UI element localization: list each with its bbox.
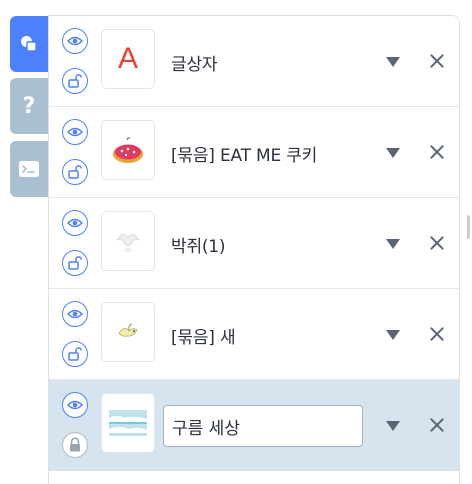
delete-icon[interactable] xyxy=(427,142,447,162)
object-row[interactable]: 박쥐(1) xyxy=(49,198,459,289)
object-row[interactable]: [묶음] 새 xyxy=(49,289,459,380)
tab-objects[interactable] xyxy=(10,16,48,72)
lock-toggle[interactable] xyxy=(62,250,88,276)
eye-icon xyxy=(67,218,83,228)
object-thumbnail xyxy=(101,120,155,180)
object-thumbnail xyxy=(101,211,155,271)
visibility-toggle[interactable] xyxy=(62,28,88,54)
object-thumbnail xyxy=(101,302,155,362)
visibility-toggle[interactable] xyxy=(62,392,88,418)
eye-icon xyxy=(67,36,83,46)
dropdown-arrow-icon[interactable] xyxy=(386,421,400,431)
help-icon: ? xyxy=(22,93,36,119)
delete-icon[interactable] xyxy=(427,51,447,71)
eye-icon xyxy=(67,309,83,319)
object-name[interactable]: 박쥐(1) xyxy=(171,232,226,257)
unlock-icon xyxy=(68,74,82,88)
dropdown-arrow-icon[interactable] xyxy=(386,57,400,67)
object-name-input[interactable] xyxy=(163,405,363,447)
delete-icon[interactable] xyxy=(427,233,447,253)
bat-icon xyxy=(116,234,140,252)
eye-icon xyxy=(67,400,83,410)
lock-toggle[interactable] xyxy=(62,159,88,185)
object-row[interactable]: A 글상자 xyxy=(49,16,459,107)
delete-icon[interactable] xyxy=(427,415,447,435)
delete-icon[interactable] xyxy=(427,324,447,344)
console-icon xyxy=(19,161,39,177)
tab-console[interactable] xyxy=(10,141,48,197)
eye-icon xyxy=(67,127,83,137)
object-row-selected[interactable] xyxy=(49,380,459,471)
dropdown-arrow-icon[interactable] xyxy=(386,148,400,158)
visibility-toggle[interactable] xyxy=(62,210,88,236)
bird-icon xyxy=(118,323,138,337)
unlock-icon xyxy=(68,165,82,179)
object-row[interactable]: [묶음] EAT ME 쿠키 xyxy=(49,107,459,198)
visibility-toggle[interactable] xyxy=(62,119,88,145)
lock-icon xyxy=(70,437,80,452)
clouds-icon xyxy=(109,410,147,436)
dropdown-arrow-icon[interactable] xyxy=(386,239,400,249)
object-panel-screen: ? A 글상자 [묶음] EAT ME 쿠키 박쥐(1) [묶음] 새 구름 세… xyxy=(0,0,472,484)
lock-toggle[interactable] xyxy=(62,341,88,367)
tab-help[interactable]: ? xyxy=(10,78,48,134)
scrollbar-thumb[interactable] xyxy=(467,215,470,239)
object-name[interactable]: [묶음] 새 xyxy=(171,323,236,348)
object-list: A 글상자 [묶음] EAT ME 쿠키 박쥐(1) [묶음] 새 구름 세상 xyxy=(48,15,460,484)
unlock-icon xyxy=(68,347,82,361)
object-thumbnail: A xyxy=(101,29,155,89)
lock-toggle[interactable] xyxy=(62,68,88,94)
cookie-icon xyxy=(113,137,143,163)
unlock-icon xyxy=(68,256,82,270)
dropdown-arrow-icon[interactable] xyxy=(386,330,400,340)
object-thumbnail xyxy=(101,393,155,453)
object-name[interactable]: 글상자 xyxy=(171,50,218,75)
shapes-icon xyxy=(21,36,37,52)
text-a-icon: A xyxy=(117,42,138,75)
visibility-toggle[interactable] xyxy=(62,301,88,327)
lock-toggle[interactable] xyxy=(62,432,88,458)
object-name[interactable]: [묶음] EAT ME 쿠키 xyxy=(171,141,317,166)
